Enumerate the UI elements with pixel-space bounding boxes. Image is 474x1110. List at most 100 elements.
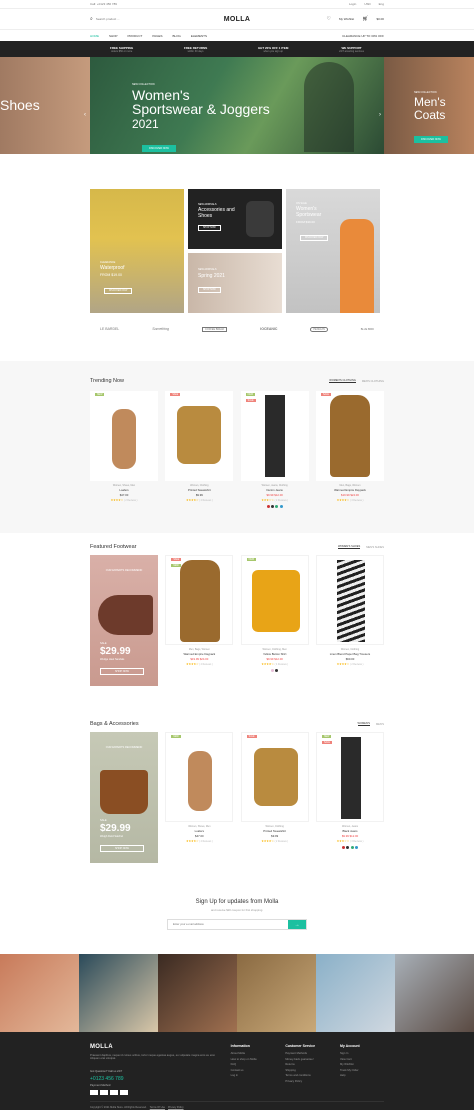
gallery-image[interactable]: [316, 954, 395, 1032]
footer-link[interactable]: View Cart: [340, 1058, 384, 1061]
product-name[interactable]: Warmed Empire Daypack: [165, 652, 233, 656]
cart-total[interactable]: $0.00: [376, 17, 384, 21]
slider-next-icon[interactable]: ›: [379, 112, 381, 118]
slider-prev-icon[interactable]: ‹: [84, 112, 86, 118]
footer-link[interactable]: Contact us: [231, 1069, 275, 1072]
search-input[interactable]: Search product ...: [96, 17, 120, 21]
review-count[interactable]: ( 2 Reviews ): [275, 500, 288, 502]
product-image[interactable]: SALE: [315, 391, 384, 481]
banner-button[interactable]: DISCOVER NOW: [300, 235, 329, 241]
bags-promo-banner[interactable]: OUR EXPERTS RECOMMEND SALE $29.99 Weigh …: [90, 732, 158, 863]
brand-logo[interactable]: BLUE BIRD: [361, 328, 374, 331]
search-icon[interactable]: ⌕: [90, 16, 93, 22]
footer-link[interactable]: Payment Methods: [285, 1052, 329, 1055]
review-count[interactable]: ( 2 Reviews ): [275, 841, 288, 843]
language-select[interactable]: Eng: [379, 2, 384, 6]
banner-spring[interactable]: NEW ARRIVALS Spring 2021 SHOP NOW: [188, 253, 282, 313]
product-card[interactable]: NEW Women, Shoes, Men Loafers $47.00 ★★★★☆ …: [90, 391, 158, 502]
product-name[interactable]: Printed Sweatshirt: [165, 488, 233, 492]
brand-logo[interactable]: LE BARDEL: [100, 327, 119, 331]
footer-logo[interactable]: MOLLA: [90, 1044, 220, 1050]
product-image[interactable]: SALE: [165, 391, 234, 481]
nav-elements[interactable]: ELEMENTS: [191, 34, 207, 38]
footer-link[interactable]: Track My Order: [340, 1069, 384, 1072]
promo-button[interactable]: SHOP NOW: [100, 668, 144, 675]
review-count[interactable]: ( 3 Reviews ): [350, 841, 363, 843]
product-name[interactable]: Denim Jeans: [241, 488, 309, 492]
color-swatches[interactable]: [241, 669, 309, 673]
product-card[interactable]: NEW SALE Women, Jeans, Clothing Denim Jea…: [240, 391, 309, 509]
clearance-link[interactable]: CLEARANCE UP TO 30% OFF: [342, 34, 384, 38]
tab-womens-shoes[interactable]: WOMEN'S SHOES: [337, 545, 361, 549]
footer-link[interactable]: Returns: [285, 1063, 329, 1066]
product-category[interactable]: Women, Jeans, Clothing: [241, 484, 309, 487]
product-category[interactable]: Women, Clothing, Men: [241, 648, 309, 651]
banner-waterproof[interactable]: CLEARANCE Waterproof FROM $19.00 DISCOVE…: [90, 189, 184, 313]
promo-button[interactable]: SHOP NOW: [100, 845, 144, 852]
review-count[interactable]: ( 2 Reviews ): [199, 664, 212, 666]
footer-link[interactable]: Money-back guarantee!: [285, 1058, 329, 1061]
brand-logo[interactable]: IOCEANIC: [260, 327, 277, 331]
subscribe-button[interactable]: →: [288, 920, 306, 929]
product-card[interactable]: Women, Clothing Linen Blend Paper Bag Tro…: [315, 555, 384, 666]
review-count[interactable]: ( 2 Reviews ): [124, 500, 137, 502]
footer-link[interactable]: My Wishlist: [340, 1063, 384, 1066]
footwear-promo-banner[interactable]: OUR EXPERTS RECOMMEND SALE $29.99 Wedge …: [90, 555, 158, 686]
product-card[interactable]: NEW Women, Shoes, Men Loafers $47.00 ★★★★☆ …: [165, 732, 234, 843]
tab-womens[interactable]: WOMEN'S: [357, 722, 370, 726]
product-image[interactable]: NEW SALE: [240, 391, 309, 481]
footer-link[interactable]: How to shop on Molla: [231, 1058, 275, 1061]
color-swatches[interactable]: [316, 846, 384, 850]
product-category[interactable]: Men, Bags, Women: [316, 484, 384, 487]
product-card[interactable]: SALE Women, Clothing Printed Sweatshirt $9…: [165, 391, 234, 502]
product-card[interactable]: SALE NEW Men, Bags, Women Warmed Empire D…: [165, 555, 234, 666]
gallery-image[interactable]: [158, 954, 237, 1032]
footer-link[interactable]: Shipping: [285, 1069, 329, 1072]
product-category[interactable]: Women, Clothing: [165, 484, 233, 487]
nav-home[interactable]: HOME: [90, 34, 99, 38]
login-link[interactable]: Login: [349, 2, 356, 6]
footer-link[interactable]: Sign In: [340, 1052, 384, 1055]
email-field[interactable]: [168, 920, 288, 929]
footer-link[interactable]: FAQ: [231, 1063, 275, 1066]
product-category[interactable]: Women, Clothing: [316, 648, 384, 651]
banner-button[interactable]: SHOP NOW: [198, 225, 221, 231]
brand-logo[interactable]: COFFEE BREAK: [201, 326, 228, 332]
gallery-image[interactable]: [237, 954, 316, 1032]
review-count[interactable]: ( 2 Reviews ): [199, 841, 212, 843]
product-category[interactable]: Women, Shoes, Men: [90, 484, 158, 487]
product-category[interactable]: Women, Shoes, Men: [165, 825, 233, 828]
banner-button[interactable]: DISCOVER NOW: [104, 288, 133, 294]
review-count[interactable]: ( 3 Reviews ): [350, 500, 363, 502]
terms-link[interactable]: Terms Of Use: [150, 1106, 165, 1109]
currency-select[interactable]: USD: [364, 2, 370, 6]
banner-button[interactable]: SHOP NOW: [198, 287, 221, 293]
product-card[interactable]: SALE Men, Bags, Women Warmed Empire Daypa…: [315, 391, 384, 502]
product-name[interactable]: Warmed Empire Daypack: [316, 488, 384, 492]
footer-link[interactable]: Help: [340, 1074, 384, 1077]
tab-mens-clothing[interactable]: MEN'S CLOTHING: [362, 380, 384, 383]
product-category[interactable]: Women, Clothing: [241, 825, 309, 828]
product-image[interactable]: NEW: [90, 391, 158, 481]
product-name[interactable]: Loafers: [90, 488, 158, 492]
product-image[interactable]: SALE: [240, 732, 309, 822]
gallery-image[interactable]: [395, 954, 474, 1032]
product-category[interactable]: Men, Bags, Women: [165, 648, 233, 651]
brand-logo[interactable]: Something: [152, 327, 169, 331]
wishlist-link[interactable]: My Wishlist: [339, 17, 354, 21]
product-name[interactable]: Black Jeans: [316, 829, 384, 833]
product-image[interactable]: NEW: [165, 732, 234, 822]
gallery-image[interactable]: [79, 954, 158, 1032]
nav-product[interactable]: PRODUCT: [128, 34, 143, 38]
product-image[interactable]: NEW SALE: [315, 732, 384, 822]
product-card[interactable]: NEW Women, Clothing, Men Yellow Button Sh…: [240, 555, 309, 673]
product-name[interactable]: Yellow Button Shirt: [241, 652, 309, 656]
search-box[interactable]: ⌕ Search product ...: [90, 16, 150, 22]
banner-sportswear[interactable]: ON SALE Women's Sportswear FROM $39.00 D…: [286, 189, 380, 313]
hero-next-cta[interactable]: DISCOVER NOW: [414, 136, 448, 143]
tab-mens[interactable]: MEN'S: [376, 723, 384, 726]
color-swatches[interactable]: [241, 505, 309, 509]
hero-cta-button[interactable]: DISCOVER NOW: [142, 145, 176, 152]
review-count[interactable]: ( 4 Reviews ): [275, 664, 288, 666]
nav-shop[interactable]: SHOP: [109, 34, 118, 38]
